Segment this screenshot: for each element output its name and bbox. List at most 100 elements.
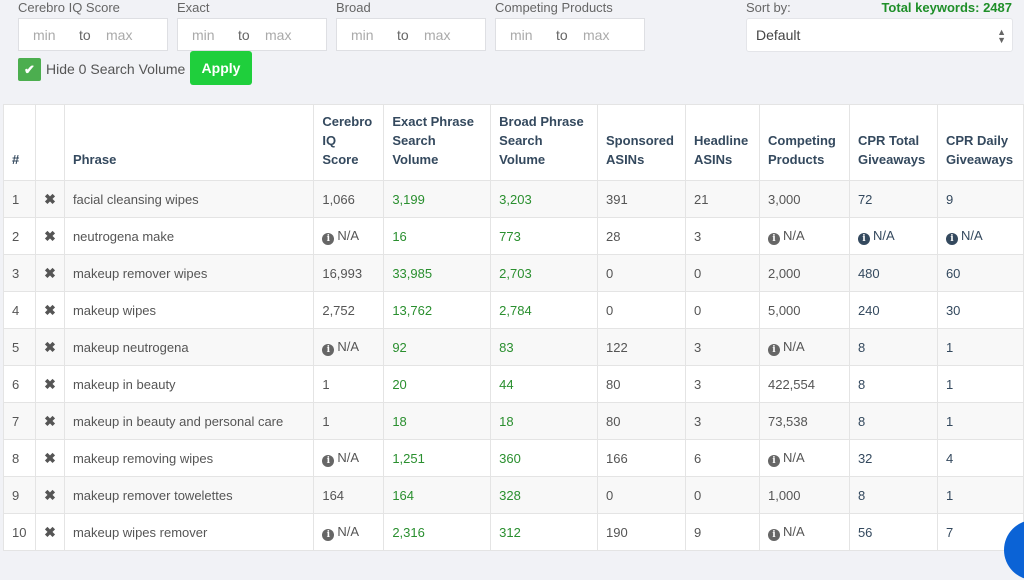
table-row[interactable]: 3 ✖ makeup remover wipes 16,993 33,985 2,703 0… [3, 254, 1024, 292]
cell-phrase-value: makeup wipes remover [72, 524, 208, 540]
cell-broad-volume-value: 2,784 [499, 302, 532, 318]
info-icon[interactable]: i [767, 528, 780, 541]
col-header-sponsored-asins[interactable]: Sponsored ASINs [597, 104, 686, 181]
cell-competing-products: i N/A [758, 328, 850, 366]
cell-cpr-daily-value: 30 [945, 302, 961, 318]
table-row[interactable]: 8 ✖ makeup removing wipes i N/A 1,251 360 166 6 i… [3, 439, 1024, 477]
table-row[interactable]: 10 ✖ makeup wipes remover i N/A 2,316 312 190 9 i… [3, 513, 1024, 551]
cell-broad-volume-value: 360 [499, 450, 521, 466]
cell-competing-products: 422,554 [758, 365, 850, 403]
cell-phrase: makeup removing wipes [63, 439, 315, 477]
remove-cell: ✖ [34, 513, 65, 551]
cell-sponsored-asins-value: 391 [606, 191, 628, 207]
cell-sponsored-asins: 80 [597, 365, 686, 403]
col-header-cerebro-iq[interactable]: Cerebro IQ Score [313, 104, 385, 181]
remove-cell: ✖ [34, 328, 65, 366]
cell-cpr-total: i N/A [848, 217, 938, 255]
info-icon[interactable]: i [945, 232, 958, 245]
cell-sponsored-asins-value: 0 [606, 265, 614, 281]
min-input[interactable]: min [337, 27, 397, 43]
cell-broad-volume-value: 773 [499, 228, 521, 244]
cell-competing-products: i N/A [758, 439, 850, 477]
col-header-exact-volume[interactable]: Exact Phrase Search Volume [383, 104, 492, 181]
cell-cpr-total: 240 [848, 291, 938, 329]
remove-icon[interactable]: ✖ [44, 524, 56, 540]
remove-icon[interactable]: ✖ [44, 487, 56, 503]
cell-sponsored-asins: 0 [597, 476, 686, 514]
cell-broad-volume: 83 [490, 328, 599, 366]
cell-sponsored-asins: 166 [597, 439, 686, 477]
info-icon[interactable]: i [857, 232, 870, 245]
cell-sponsored-asins-value: 0 [606, 302, 614, 318]
cell-cpr-daily-value: 1 [945, 413, 954, 429]
sort-select[interactable]: Default ▲ ▼ [746, 18, 1013, 52]
table-row[interactable]: 1 ✖ facial cleansing wipes 1,066 3,199 3,203 3… [3, 180, 1024, 218]
max-input[interactable]: max [265, 27, 291, 43]
cell-cpr-total-value: N/A [872, 227, 895, 243]
remove-icon[interactable]: ✖ [44, 265, 56, 281]
cell-cpr-total: 8 [848, 402, 938, 440]
info-icon[interactable]: i [322, 232, 335, 245]
remove-icon[interactable]: ✖ [44, 339, 56, 355]
table-row[interactable]: 9 ✖ makeup remover towelettes 164 164 328 0 0 1,… [3, 476, 1024, 514]
hide-zero-label[interactable]: Hide 0 Search Volume [46, 61, 185, 77]
cell-num-value: 2 [12, 228, 20, 244]
total-keywords: Total keywords: 2487 [881, 0, 1012, 15]
cell-num-value: 3 [12, 265, 20, 281]
max-input[interactable]: max [424, 27, 450, 43]
min-input[interactable]: min [496, 27, 556, 43]
cell-num: 7 [3, 402, 36, 440]
cell-cerebro-iq: i N/A [313, 513, 385, 551]
cell-headline-asins: 3 [685, 402, 760, 440]
table-row[interactable]: 7 ✖ makeup in beauty and personal care 1 18 1… [3, 402, 1024, 440]
info-icon[interactable]: i [767, 343, 780, 356]
cell-broad-volume: 312 [490, 513, 599, 551]
col-header-cpr-daily[interactable]: CPR Daily Giveaways [936, 104, 1024, 181]
cell-headline-asins-value: 9 [694, 524, 702, 540]
cell-sponsored-asins: 122 [597, 328, 686, 366]
cell-broad-volume: 3,203 [490, 180, 599, 218]
cell-cpr-daily: 30 [936, 291, 1024, 329]
min-input[interactable]: min [19, 27, 79, 43]
cell-competing-products-value: 5,000 [767, 302, 801, 318]
cell-cpr-total: 8 [848, 476, 938, 514]
max-input[interactable]: max [106, 27, 132, 43]
info-icon[interactable]: i [767, 454, 780, 467]
hide-zero-checkbox[interactable]: ✔ [18, 58, 41, 81]
info-icon[interactable]: i [322, 528, 335, 541]
col-header-competing-products[interactable]: Competing Products [758, 104, 850, 181]
remove-icon[interactable]: ✖ [44, 302, 56, 318]
remove-icon[interactable]: ✖ [44, 450, 56, 466]
apply-button[interactable]: Apply [190, 51, 252, 85]
cell-broad-volume: 2,784 [490, 291, 599, 329]
max-input[interactable]: max [583, 27, 609, 43]
col-header-phrase[interactable]: Phrase [63, 104, 315, 181]
cell-headline-asins-value: 0 [694, 265, 702, 281]
cell-cpr-total-value: 8 [857, 339, 866, 355]
remove-icon[interactable]: ✖ [44, 191, 56, 207]
min-input[interactable]: min [178, 27, 238, 43]
remove-icon[interactable]: ✖ [44, 376, 56, 392]
table-row[interactable]: 2 ✖ neutrogena make i N/A 16 773 28 3 i N/A i N/A i N/… [3, 217, 1024, 255]
info-icon[interactable]: i [322, 343, 335, 356]
col-header-cpr-total[interactable]: CPR Total Giveaways [848, 104, 938, 181]
table-row[interactable]: 6 ✖ makeup in beauty 1 20 44 80 3 422,554 8 1 [3, 365, 1024, 403]
info-icon[interactable]: i [322, 454, 335, 467]
cell-sponsored-asins-value: 166 [606, 450, 628, 466]
cell-num: 5 [3, 328, 36, 366]
cell-cpr-daily: 4 [936, 439, 1024, 477]
to-label: to [397, 26, 409, 43]
table-row[interactable]: 4 ✖ makeup wipes 2,752 13,762 2,784 0 0 5,000 240… [3, 291, 1024, 329]
col-header-headline-asins[interactable]: Headline ASINs [685, 104, 760, 181]
col-header-broad-volume[interactable]: Broad Phrase Search Volume [490, 104, 599, 181]
remove-cell: ✖ [34, 254, 65, 292]
remove-icon[interactable]: ✖ [44, 413, 56, 429]
info-icon[interactable]: i [767, 232, 780, 245]
col-header-num[interactable]: # [3, 104, 36, 181]
table-row[interactable]: 5 ✖ makeup neutrogena i N/A 92 83 122 3 i N/A 8 1 [3, 328, 1024, 366]
remove-icon[interactable]: ✖ [44, 228, 56, 244]
cell-sponsored-asins: 0 [597, 254, 686, 292]
cell-num-value: 6 [12, 376, 20, 392]
cell-exact-volume: 2,316 [383, 513, 492, 551]
cell-phrase: makeup remover towelettes [63, 476, 315, 514]
